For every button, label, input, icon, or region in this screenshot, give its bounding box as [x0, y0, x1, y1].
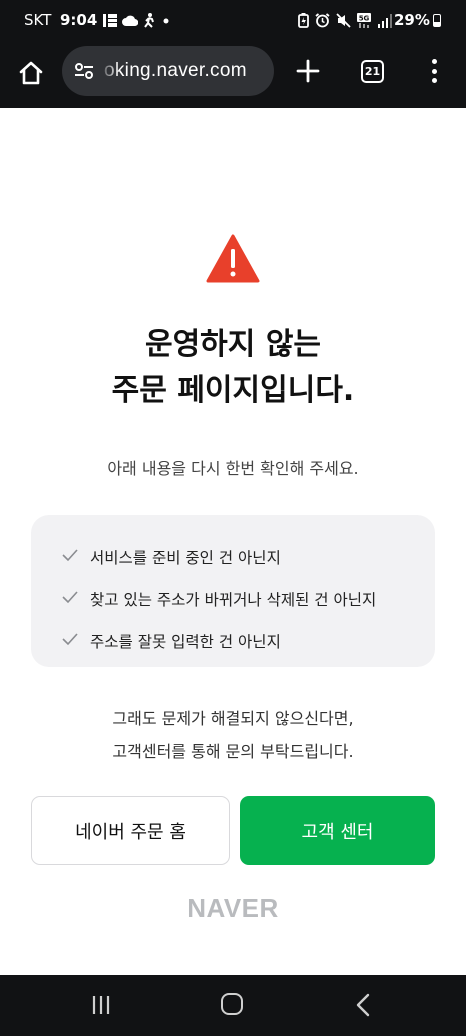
- check-icon: [62, 549, 78, 562]
- system-nav-bar: [0, 975, 466, 1036]
- checklist-item-text: 주소를 잘못 입력한 건 아닌지: [90, 633, 281, 651]
- menu-dot: [431, 59, 437, 64]
- home-button[interactable]: [14, 56, 48, 90]
- customer-center-button[interactable]: 고객 센터: [240, 796, 435, 865]
- address-bar[interactable]: oking.naver.com: [62, 46, 274, 96]
- back-icon[interactable]: [352, 992, 374, 1018]
- alarm-icon: [315, 13, 330, 28]
- list-item: 찾고 있는 주소가 바뀌거나 삭제된 건 아닌지: [31, 577, 435, 619]
- menu-dot: [431, 68, 437, 74]
- battery-percent: 29%: [394, 11, 430, 29]
- naver-order-home-button[interactable]: 네이버 주문 홈: [31, 796, 230, 865]
- list-item: 서비스를 준비 중인 건 아닌지: [31, 535, 435, 577]
- new-tab-button[interactable]: [293, 56, 323, 86]
- recent-apps-icon[interactable]: [90, 994, 112, 1016]
- checklist-box: 서비스를 준비 중인 건 아닌지 찾고 있는 주소가 바뀌거나 삭제된 건 아닌…: [31, 515, 435, 667]
- check-icon: [62, 633, 78, 646]
- page-title-line1: 운영하지 않는: [144, 327, 322, 362]
- cloud-icon: [122, 15, 138, 26]
- mute-icon: [336, 13, 351, 28]
- checklist-item-text: 서비스를 준비 중인 건 아닌지: [90, 549, 281, 567]
- battery-icon: [433, 14, 441, 27]
- page-title-line2: 주문 페이지입니다.: [111, 373, 355, 408]
- sub-message: 아래 내용을 다시 한번 확인해 주세요.: [107, 459, 359, 478]
- dot-icon: [163, 18, 169, 23]
- clock: 9:04: [60, 11, 98, 29]
- 5g-icon: 5G: [357, 13, 371, 28]
- tab-switcher-button[interactable]: 21: [361, 60, 384, 83]
- carrier-label: SKT: [24, 11, 52, 29]
- browser-toolbar: oking.naver.com 21: [0, 40, 466, 108]
- site-settings-icon[interactable]: [74, 61, 94, 81]
- nav-home-button[interactable]: [221, 993, 243, 1015]
- warning-icon: [206, 234, 260, 283]
- url-fade: [98, 46, 120, 96]
- menu-dot: [431, 78, 437, 83]
- check-icon: [62, 591, 78, 604]
- status-bar: SKT 9:04 5G 29%: [0, 0, 466, 40]
- more-menu-button[interactable]: [424, 56, 444, 86]
- plus-icon: [296, 59, 320, 83]
- person-walk-icon: [144, 13, 154, 28]
- list-item: 주소를 잘못 입력한 건 아닌지: [31, 619, 435, 661]
- checklist-item-text: 찾고 있는 주소가 바뀌거나 삭제된 건 아닌지: [90, 591, 377, 609]
- svg-text:5G: 5G: [359, 15, 370, 23]
- url-text: oking.naver.com: [104, 60, 247, 81]
- signal-icon: [378, 13, 392, 28]
- home-icon: [19, 61, 43, 85]
- battery-saver-icon: [298, 13, 309, 28]
- gallery-icon: [103, 14, 117, 27]
- help-text: 그래도 문제가 해결되지 않으신다면, 고객센터를 통해 문의 부탁드립니다.: [0, 702, 466, 768]
- naver-logo: NAVER: [187, 893, 279, 923]
- page-title: 운영하지 않는 주문 페이지입니다.: [0, 322, 466, 414]
- help-text-line2: 고객센터를 통해 문의 부탁드립니다.: [112, 742, 354, 761]
- help-text-line1: 그래도 문제가 해결되지 않으신다면,: [112, 709, 354, 728]
